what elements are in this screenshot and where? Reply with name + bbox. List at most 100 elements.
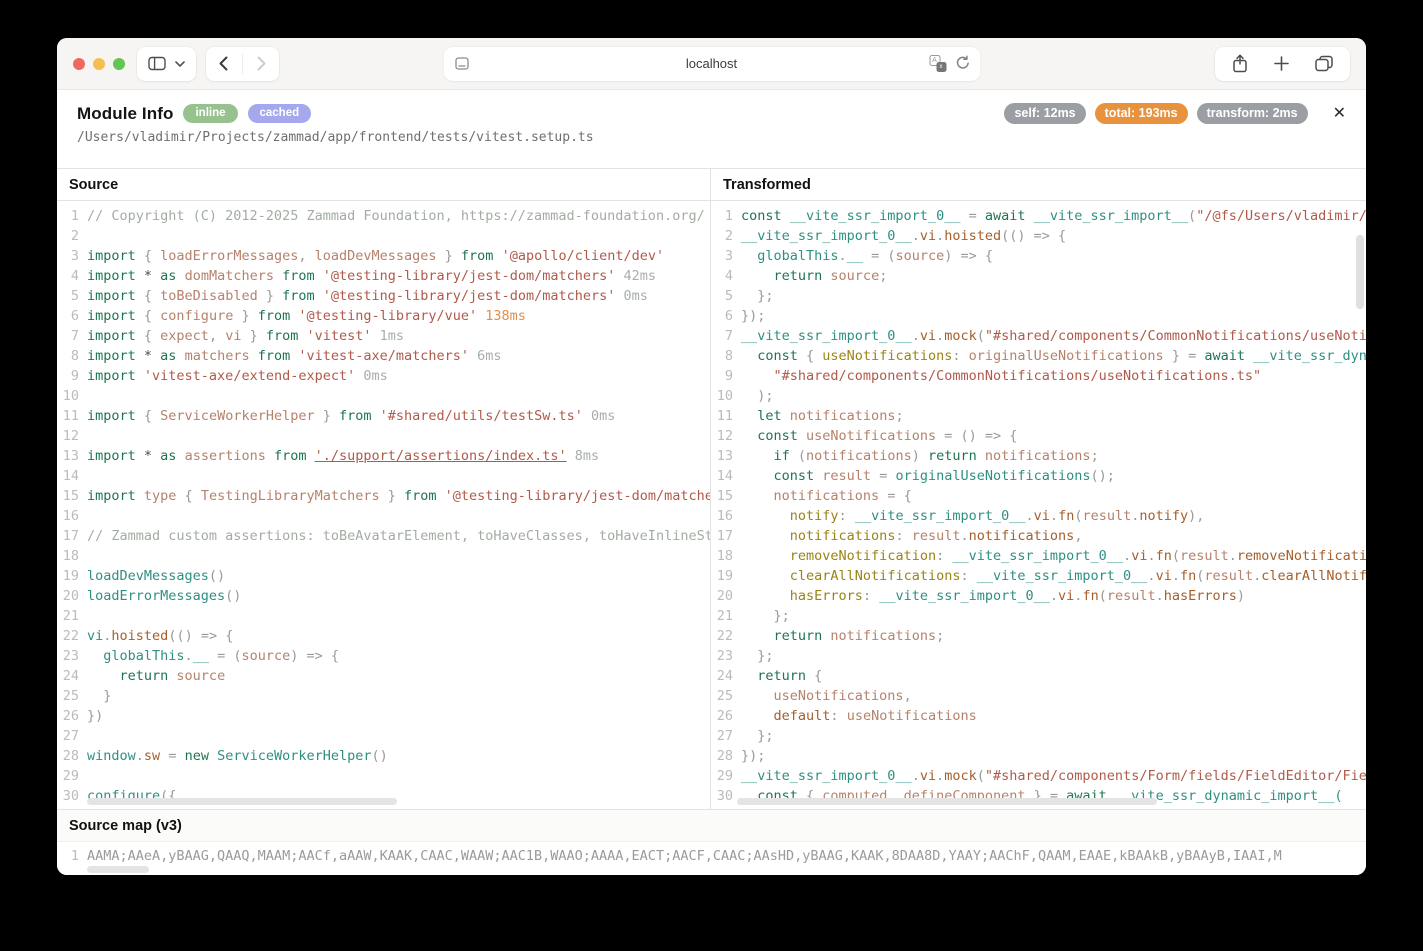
code-token: source <box>822 268 879 284</box>
code-token: default <box>774 708 831 724</box>
code-token: }; <box>741 608 790 624</box>
code-token: }); <box>741 308 765 324</box>
back-button[interactable] <box>219 56 228 71</box>
code-token: return <box>774 628 823 644</box>
code-token: vi <box>920 328 936 344</box>
code-token: return <box>757 668 806 684</box>
code-token: ( <box>790 448 806 464</box>
code-token <box>306 448 314 464</box>
code-token <box>741 548 790 564</box>
line-number: 14 <box>57 466 87 486</box>
code-token: . <box>1147 568 1155 584</box>
code-token: vi <box>225 328 241 344</box>
address-bar-actions: Ax <box>929 55 970 72</box>
code-token: import <box>87 328 136 344</box>
code-line: 29 <box>57 766 710 786</box>
share-button[interactable] <box>1232 54 1248 73</box>
line-number: 24 <box>711 666 741 686</box>
code-token: const <box>757 428 798 444</box>
code-token: } <box>315 408 339 424</box>
close-panel-button[interactable]: ✕ <box>1333 106 1346 122</box>
code-token: notifications <box>977 448 1091 464</box>
sidebar-menu-button[interactable] <box>175 61 185 67</box>
source-hscrollbar-thumb[interactable] <box>87 798 397 805</box>
zoom-window-button[interactable] <box>113 58 125 70</box>
code-line: 17// Zammad custom assertions: toBeAvata… <box>57 526 710 546</box>
code-token: . <box>1229 548 1237 564</box>
code-token: () <box>225 588 241 604</box>
code-token <box>741 448 774 464</box>
forward-button[interactable] <box>257 56 266 71</box>
code-token: ), <box>1188 508 1204 524</box>
code-token: }); <box>741 748 765 764</box>
translate-icon: Ax <box>929 55 946 72</box>
tab-overview-button[interactable] <box>1315 55 1333 72</box>
code-token: type <box>136 488 177 504</box>
code-token: = ( <box>863 248 896 264</box>
code-token: 1ms <box>372 328 405 344</box>
code-token: : <box>936 548 952 564</box>
code-line: 26 default: useNotifications <box>711 706 1366 726</box>
code-token: { <box>136 308 160 324</box>
line-number: 13 <box>711 446 741 466</box>
code-token: vi <box>1034 508 1050 524</box>
address-bar[interactable]: localhost Ax <box>443 47 980 81</box>
code-token: , <box>1074 528 1082 544</box>
code-token: "#shared/components/CommonNotifications/… <box>985 328 1366 344</box>
browser-window: localhost Ax <box>57 38 1366 875</box>
transformed-vscrollbar-thumb[interactable] <box>1356 235 1364 309</box>
code-token <box>741 688 774 704</box>
code-token: 42ms <box>615 268 656 284</box>
sourcemap-section: Source map (v3) 1 AAMA;AAeA,yBAAG,QAAQ,M… <box>57 809 1366 875</box>
code-line: 26}) <box>57 706 710 726</box>
code-token: sw <box>144 748 160 764</box>
line-number: 5 <box>711 286 741 306</box>
code-token: : <box>830 708 846 724</box>
code-token: 'vitest-axe/matchers' <box>290 348 469 364</box>
code-token: as <box>160 348 176 364</box>
code-token <box>741 628 774 644</box>
new-tab-button[interactable] <box>1274 56 1289 71</box>
reload-icon <box>955 55 970 71</box>
code-token: 0ms <box>355 368 388 384</box>
code-line: 25 useNotifications, <box>711 686 1366 706</box>
code-token: import <box>87 368 136 384</box>
minimize-window-button[interactable] <box>93 58 105 70</box>
line-number: 25 <box>57 686 87 706</box>
code-token: from <box>258 308 291 324</box>
line-number: 26 <box>57 706 87 726</box>
code-line: 22 return notifications; <box>711 626 1366 646</box>
transformed-panel: Transformed 1const __vite_ssr_import_0__… <box>710 169 1366 809</box>
close-window-button[interactable] <box>73 58 85 70</box>
transformed-hscrollbar-thumb[interactable] <box>737 798 1157 805</box>
code-line: 14 const result = originalUseNotificatio… <box>711 466 1366 486</box>
code-line: 7import { expect, vi } from 'vitest' 1ms <box>57 326 710 346</box>
line-number: 19 <box>57 566 87 586</box>
code-line: 15 notifications = { <box>711 486 1366 506</box>
code-token: 6ms <box>469 348 502 364</box>
code-token: import <box>87 408 136 424</box>
translate-button[interactable]: Ax <box>929 55 946 72</box>
total-time-badge: total: 193ms <box>1095 103 1188 124</box>
code-token: from <box>404 488 437 504</box>
sourcemap-hscrollbar-thumb[interactable] <box>87 866 149 873</box>
code-token: { <box>798 348 822 364</box>
line-number: 22 <box>57 626 87 646</box>
code-token: useNotifications <box>822 348 952 364</box>
module-link[interactable]: './support/assertions/index.ts' <box>315 448 567 464</box>
code-token: "/@fs/Users/vladimir/Projects/zammad/nod… <box>1196 208 1366 224</box>
code-token: '@apollo/client/dev' <box>493 248 664 264</box>
code-line: 23 }; <box>711 646 1366 666</box>
code-token <box>87 648 103 664</box>
code-line: 23 globalThis.__ = (source) => { <box>57 646 710 666</box>
code-line: 28}); <box>711 746 1366 766</box>
reload-button[interactable] <box>955 55 970 71</box>
code-token: import <box>87 348 136 364</box>
url-text: localhost <box>686 56 737 71</box>
code-token <box>741 348 757 364</box>
line-number: 24 <box>57 666 87 686</box>
line-number: 20 <box>711 586 741 606</box>
code-token <box>741 268 774 284</box>
code-line: 28window.sw = new ServiceWorkerHelper() <box>57 746 710 766</box>
sidebar-toggle-button[interactable] <box>148 56 166 71</box>
